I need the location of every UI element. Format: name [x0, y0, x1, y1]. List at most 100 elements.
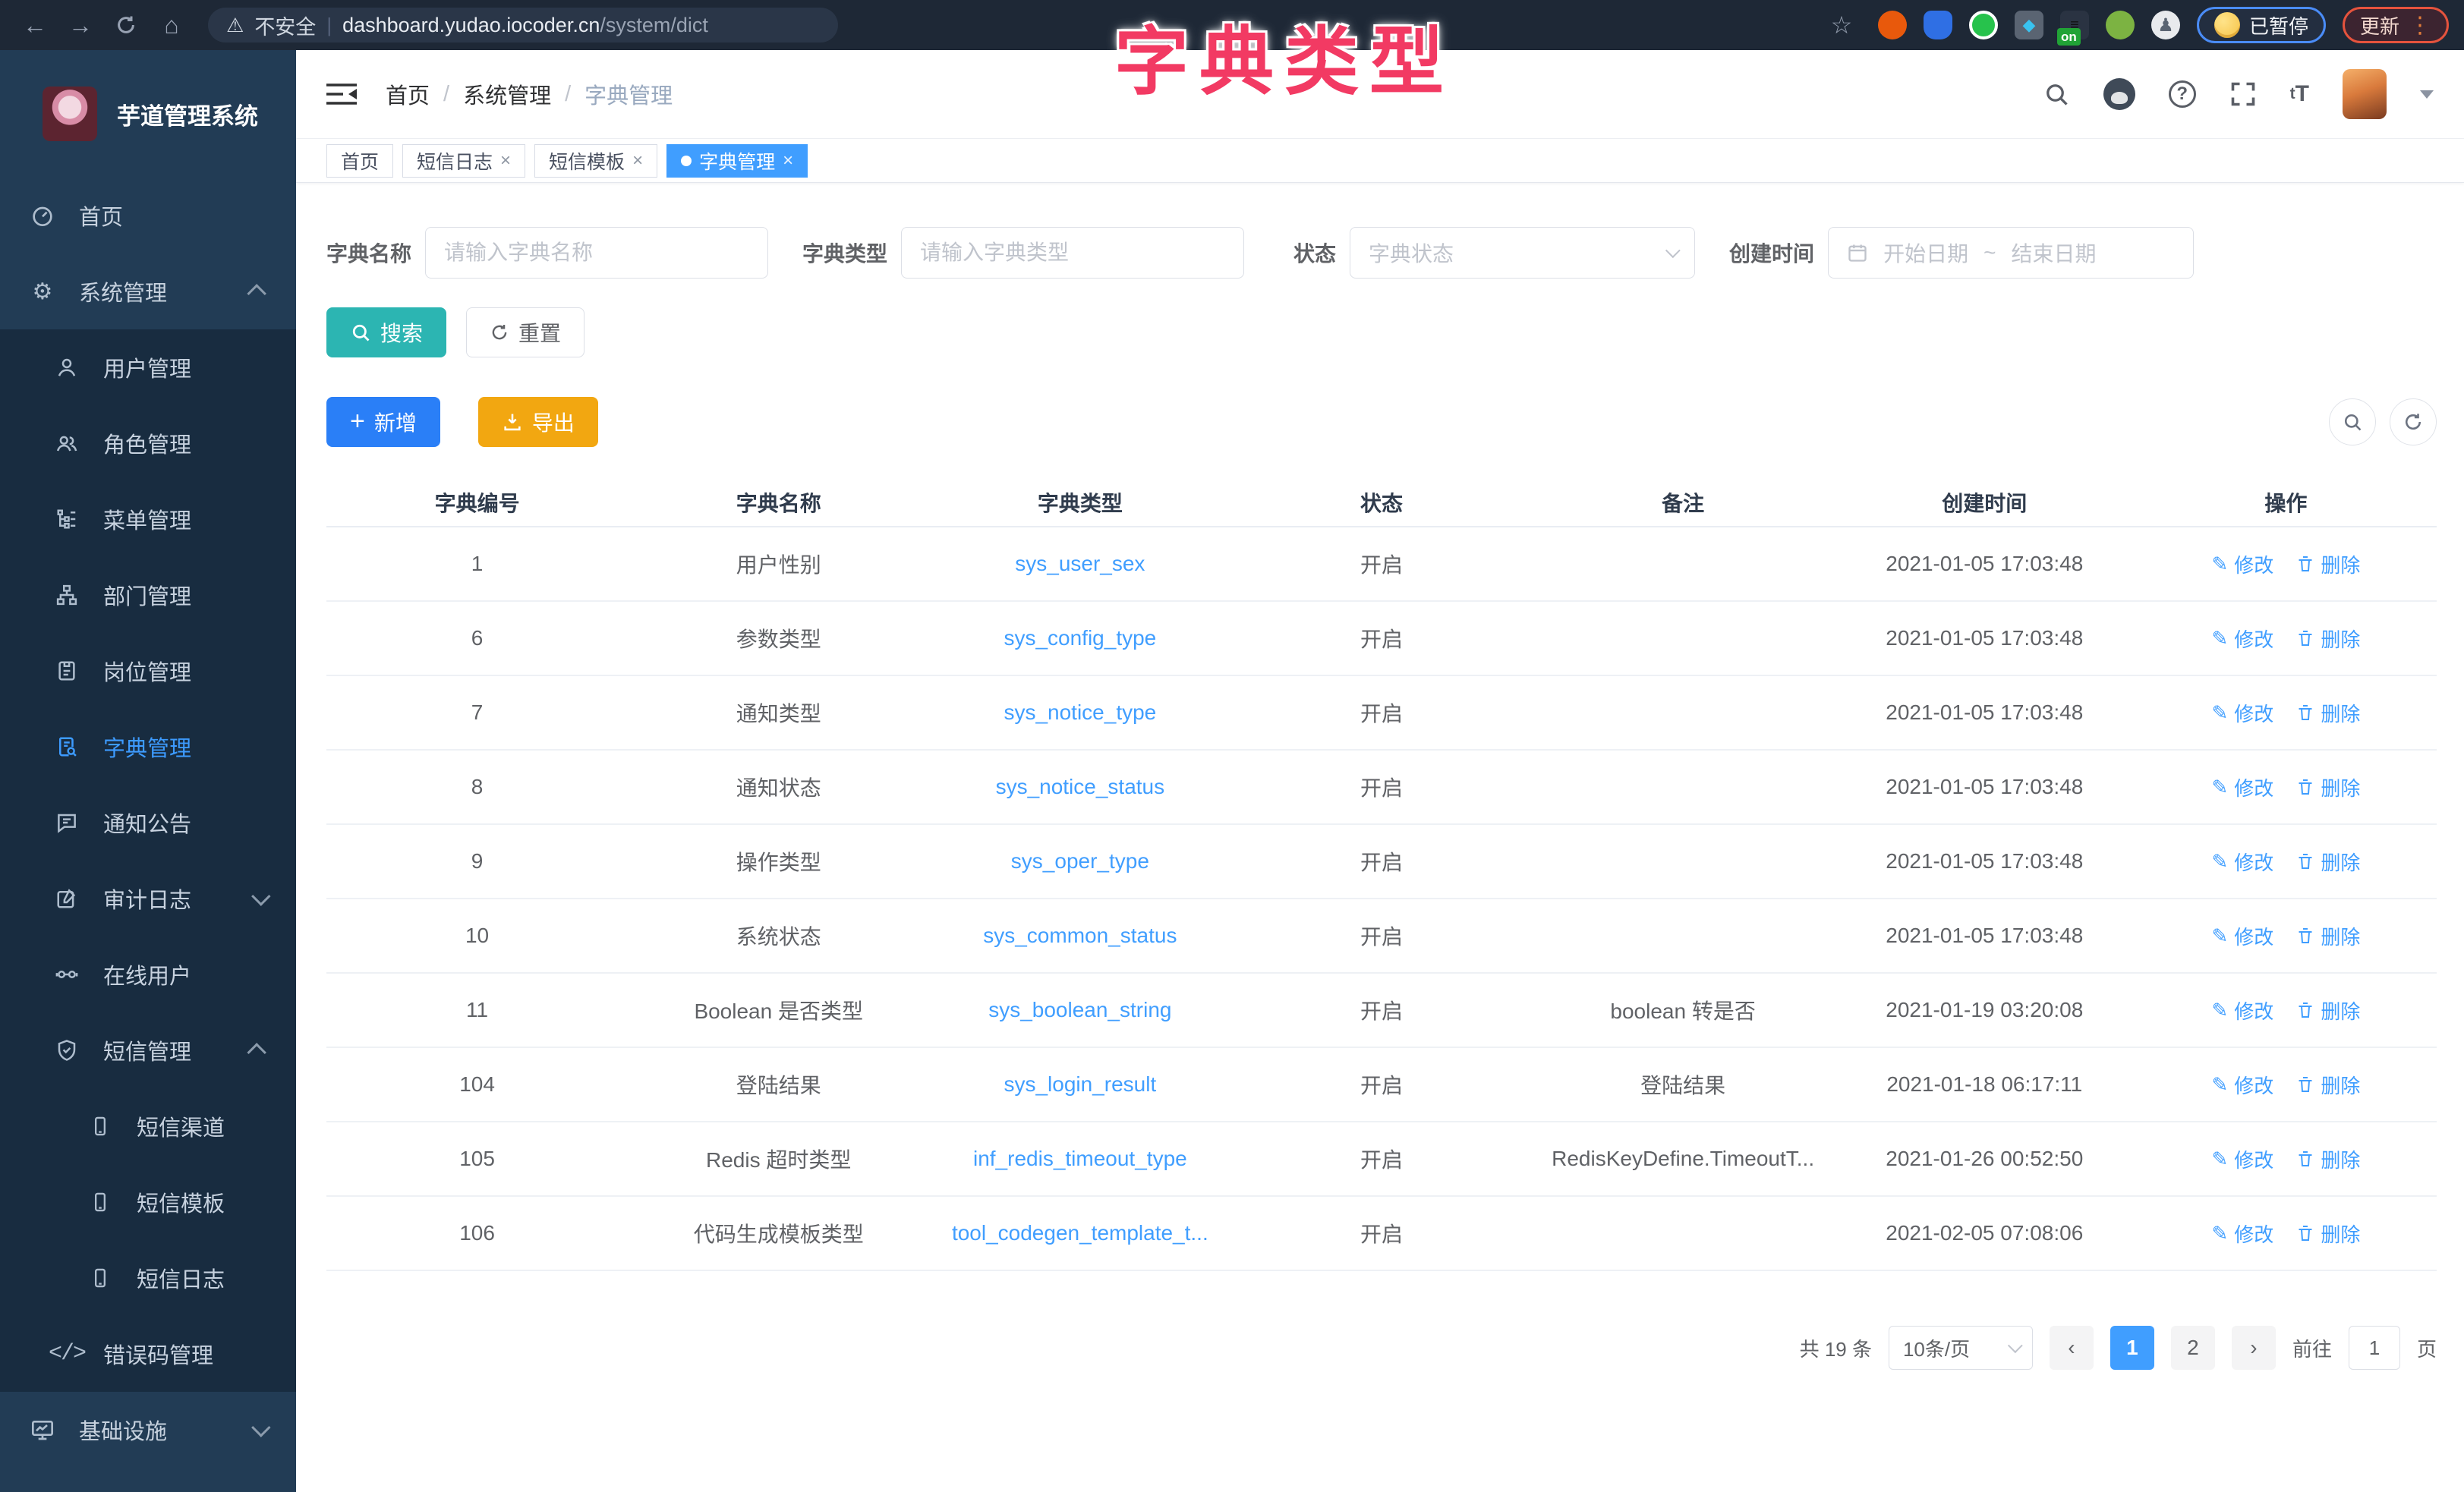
- avatar-dropdown-caret[interactable]: [2420, 90, 2434, 99]
- extension-icon[interactable]: [1924, 11, 1952, 39]
- sidebar-item-users[interactable]: 用户管理: [0, 329, 296, 405]
- page-button-1[interactable]: 1: [2110, 1326, 2154, 1370]
- tab-dict-active[interactable]: 字典管理 ×: [666, 144, 808, 178]
- close-icon[interactable]: ×: [783, 150, 793, 172]
- extension-icon[interactable]: [1969, 11, 1998, 39]
- prev-page-button[interactable]: ‹: [2050, 1326, 2094, 1370]
- goto-page-input[interactable]: [2349, 1326, 2400, 1370]
- dict-type-link[interactable]: sys_common_status: [983, 924, 1177, 948]
- edit-button[interactable]: ✎修改: [2212, 550, 2274, 578]
- sidebar-fold-button[interactable]: [326, 81, 357, 107]
- export-button[interactable]: 导出: [478, 397, 598, 447]
- page-size-select[interactable]: 10条/页: [1889, 1326, 2033, 1370]
- edit-button[interactable]: ✎修改: [2212, 699, 2274, 727]
- browser-reload-button[interactable]: [106, 5, 146, 45]
- toggle-search-button[interactable]: [2329, 398, 2376, 445]
- delete-button[interactable]: 删除: [2296, 922, 2360, 950]
- dict-name-input[interactable]: [444, 241, 749, 265]
- browser-menu-icon[interactable]: ⋮: [2409, 12, 2431, 39]
- close-icon[interactable]: ×: [632, 150, 643, 172]
- dict-type-link[interactable]: sys_config_type: [1004, 626, 1156, 650]
- profile-paused-chip[interactable]: 已暂停: [2197, 7, 2326, 43]
- sidebar-item-error-code[interactable]: </> 错误码管理: [0, 1316, 296, 1392]
- sidebar-item-sms-channel[interactable]: 短信渠道: [0, 1088, 296, 1164]
- delete-button[interactable]: 删除: [2296, 699, 2360, 727]
- sidebar-item-sms[interactable]: 短信管理: [0, 1012, 296, 1088]
- browser-update-chip[interactable]: 更新 ⋮: [2343, 7, 2449, 43]
- sidebar-item-infrastructure[interactable]: 基础设施: [0, 1392, 296, 1468]
- dict-type-link[interactable]: inf_redis_timeout_type: [973, 1147, 1187, 1171]
- help-icon[interactable]: ?: [2169, 80, 2196, 108]
- fullscreen-icon[interactable]: [2229, 80, 2257, 108]
- sidebar-item-sms-log[interactable]: 短信日志: [0, 1240, 296, 1316]
- refresh-table-button[interactable]: [2390, 398, 2437, 445]
- tab-sms-template[interactable]: 短信模板 ×: [534, 144, 657, 178]
- address-bar[interactable]: ⚠ 不安全 | dashboard.yudao.iocoder.cn/syste…: [208, 8, 838, 42]
- cell-remark: [1533, 825, 1834, 898]
- dict-type-link[interactable]: sys_oper_type: [1011, 849, 1149, 873]
- bookmark-star-icon[interactable]: ☆: [1822, 5, 1861, 45]
- github-icon[interactable]: [2103, 78, 2135, 110]
- edit-button[interactable]: ✎修改: [2212, 1071, 2274, 1099]
- dict-type-link[interactable]: sys_boolean_string: [988, 998, 1171, 1022]
- sidebar-logo-row[interactable]: 芋道管理系统: [0, 50, 296, 178]
- sidebar-item-system[interactable]: ⚙ 系统管理: [0, 253, 296, 329]
- tab-sms-log[interactable]: 短信日志 ×: [402, 144, 525, 178]
- dict-type-link[interactable]: sys_login_result: [1004, 1072, 1156, 1097]
- delete-button[interactable]: 删除: [2296, 848, 2360, 876]
- search-button[interactable]: 搜索: [326, 307, 446, 357]
- dict-type-link[interactable]: tool_codegen_template_t...: [952, 1221, 1208, 1245]
- sidebar-item-dict[interactable]: 字典管理: [0, 709, 296, 785]
- dict-type-link[interactable]: sys_notice_type: [1004, 700, 1156, 725]
- browser-forward-button[interactable]: →: [61, 5, 100, 45]
- extensions-puzzle-icon[interactable]: ♟: [2151, 11, 2180, 39]
- dict-type-link[interactable]: sys_notice_status: [996, 775, 1165, 799]
- edit-button[interactable]: ✎修改: [2212, 996, 2274, 1025]
- font-size-icon[interactable]: tT: [2290, 81, 2309, 107]
- sidebar-item-menus[interactable]: 菜单管理: [0, 481, 296, 557]
- page-button-2[interactable]: 2: [2171, 1326, 2215, 1370]
- dict-type-link[interactable]: sys_user_sex: [1015, 552, 1145, 576]
- edit-button[interactable]: ✎修改: [2212, 922, 2274, 950]
- date-range-picker[interactable]: 开始日期 ~ 结束日期: [1828, 227, 2194, 279]
- add-button[interactable]: + 新增: [326, 397, 440, 447]
- sidebar-item-departments[interactable]: 部门管理: [0, 557, 296, 633]
- search-icon[interactable]: [2043, 80, 2070, 108]
- delete-button[interactable]: 删除: [2296, 1220, 2360, 1248]
- edit-button[interactable]: ✎修改: [2212, 773, 2274, 801]
- status-select[interactable]: 字典状态: [1350, 227, 1695, 279]
- delete-button[interactable]: 删除: [2296, 1145, 2360, 1173]
- delete-button[interactable]: 删除: [2296, 773, 2360, 801]
- edit-button[interactable]: ✎修改: [2212, 625, 2274, 653]
- browser-home-button[interactable]: ⌂: [152, 5, 191, 45]
- dict-type-label: 字典类型: [802, 238, 887, 268]
- sidebar-item-posts[interactable]: 岗位管理: [0, 633, 296, 709]
- dict-type-input[interactable]: [920, 241, 1225, 265]
- edit-button[interactable]: ✎修改: [2212, 1145, 2274, 1173]
- sidebar-item-home[interactable]: 首页: [0, 178, 296, 253]
- extension-icon[interactable]: ◆: [2015, 11, 2043, 39]
- extension-icon[interactable]: ≡on: [2060, 11, 2089, 39]
- sidebar-item-online-users[interactable]: 在线用户: [0, 936, 296, 1012]
- next-page-button[interactable]: ›: [2232, 1326, 2276, 1370]
- breadcrumb-system[interactable]: 系统管理: [463, 78, 551, 110]
- tab-home[interactable]: 首页: [326, 144, 393, 178]
- delete-button[interactable]: 删除: [2296, 550, 2360, 578]
- breadcrumb-home[interactable]: 首页: [386, 78, 430, 110]
- sidebar-item-roles[interactable]: 角色管理: [0, 405, 296, 481]
- user-avatar[interactable]: [2343, 69, 2387, 119]
- on-badge: on: [2057, 28, 2081, 46]
- edit-button[interactable]: ✎修改: [2212, 1220, 2274, 1248]
- reset-button[interactable]: 重置: [466, 307, 584, 357]
- extension-icon[interactable]: [2106, 11, 2135, 39]
- delete-button[interactable]: 删除: [2296, 1071, 2360, 1099]
- extension-icon[interactable]: [1878, 11, 1907, 39]
- sidebar-item-sms-template[interactable]: 短信模板: [0, 1164, 296, 1240]
- browser-back-button[interactable]: ←: [15, 5, 55, 45]
- delete-button[interactable]: 删除: [2296, 996, 2360, 1025]
- sidebar-item-audit-log[interactable]: 审计日志: [0, 861, 296, 936]
- edit-button[interactable]: ✎修改: [2212, 848, 2274, 876]
- close-icon[interactable]: ×: [500, 150, 511, 172]
- sidebar-item-notice[interactable]: 通知公告: [0, 785, 296, 861]
- delete-button[interactable]: 删除: [2296, 625, 2360, 653]
